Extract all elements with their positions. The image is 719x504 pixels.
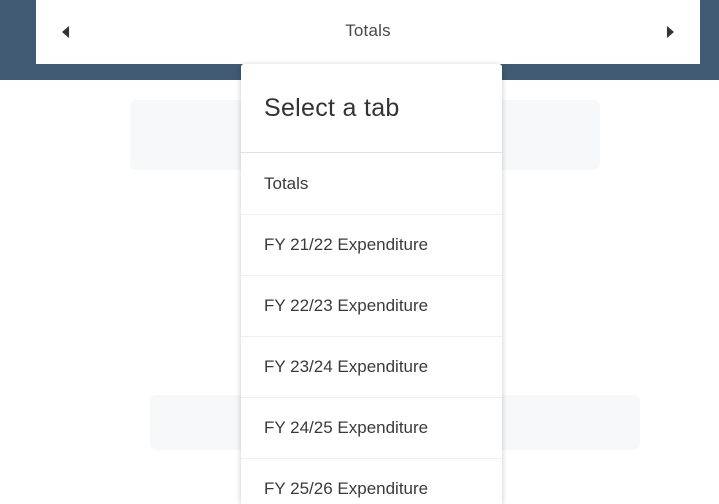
caret-right-icon	[667, 26, 674, 38]
dropdown-item-fy-23-24[interactable]: FY 23/24 Expenditure	[241, 337, 502, 398]
tab-selector-bar: Totals	[36, 0, 700, 64]
dropdown-item-fy-24-25[interactable]: FY 24/25 Expenditure	[241, 398, 502, 459]
dropdown-list: Totals FY 21/22 Expenditure FY 22/23 Exp…	[241, 153, 502, 504]
dropdown-title: Select a tab	[264, 93, 400, 122]
page: Totals Select a tab Totals FY 21/22 Expe…	[0, 0, 719, 504]
tab-dropdown-menu: Select a tab Totals FY 21/22 Expenditure…	[241, 64, 502, 504]
next-tab-button[interactable]	[640, 0, 700, 64]
previous-tab-button[interactable]	[36, 0, 96, 64]
dropdown-item-fy-25-26[interactable]: FY 25/26 Expenditure	[241, 459, 502, 504]
caret-left-icon	[62, 26, 69, 38]
dropdown-item-fy-21-22[interactable]: FY 21/22 Expenditure	[241, 215, 502, 276]
current-tab-label[interactable]: Totals	[96, 21, 640, 41]
dropdown-item-totals[interactable]: Totals	[241, 153, 502, 215]
dropdown-item-fy-22-23[interactable]: FY 22/23 Expenditure	[241, 276, 502, 337]
dropdown-header: Select a tab	[241, 64, 502, 153]
